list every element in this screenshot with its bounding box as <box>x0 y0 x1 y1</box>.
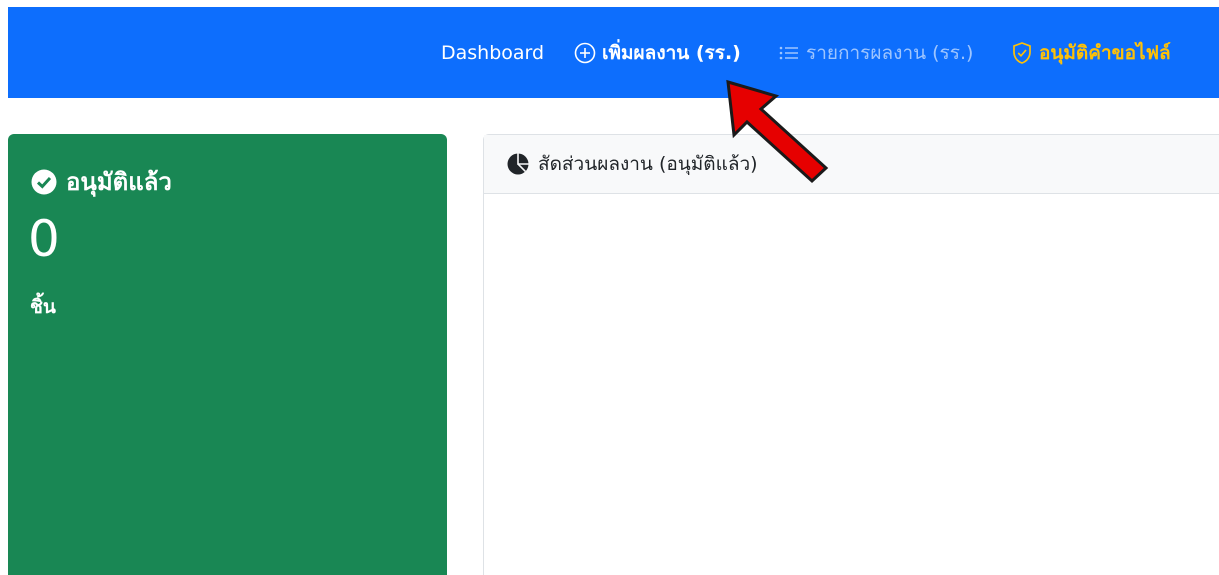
plus-circle-icon <box>574 42 596 64</box>
approved-stat-card: อนุมัติแล้ว 0 ชิ้น <box>8 134 447 575</box>
approved-count: 0 <box>28 210 60 268</box>
nav-add-work[interactable]: เพิ่มผลงาน (รร.) <box>574 40 741 66</box>
pie-chart-icon <box>506 152 530 176</box>
page: Dashboard เพิ่มผลงาน (รร.) รายการผลงาน (… <box>0 0 1219 575</box>
list-icon <box>778 44 800 62</box>
work-ratio-chart-card: สัดส่วนผลงาน (อนุมัติแล้ว) <box>483 134 1219 575</box>
top-navbar: Dashboard เพิ่มผลงาน (รร.) รายการผลงาน (… <box>8 7 1219 98</box>
stat-card-title: อนุมัติแล้ว <box>30 162 172 201</box>
chart-card-title: สัดส่วนผลงาน (อนุมัติแล้ว) <box>538 153 758 175</box>
check-circle-icon <box>30 168 58 196</box>
nav-work-list-label: รายการผลงาน (รร.) <box>806 42 974 64</box>
nav-dashboard-label: Dashboard <box>441 42 545 64</box>
chart-area <box>484 194 1219 575</box>
nav-approve-label: อนุมัติคำขอไฟล์ <box>1039 42 1171 64</box>
shield-check-icon <box>1011 41 1033 65</box>
nav-add-work-label: เพิ่มผลงาน (รร.) <box>602 42 741 64</box>
approved-count-unit: ชิ้น <box>30 296 56 318</box>
nav-dashboard[interactable]: Dashboard <box>441 40 544 66</box>
nav-work-list[interactable]: รายการผลงาน (รร.) <box>778 40 973 66</box>
nav-approve-file-requests[interactable]: อนุมัติคำขอไฟล์ <box>1011 40 1171 66</box>
chart-card-header: สัดส่วนผลงาน (อนุมัติแล้ว) <box>484 135 1219 194</box>
stat-card-title-text: อนุมัติแล้ว <box>66 168 172 196</box>
